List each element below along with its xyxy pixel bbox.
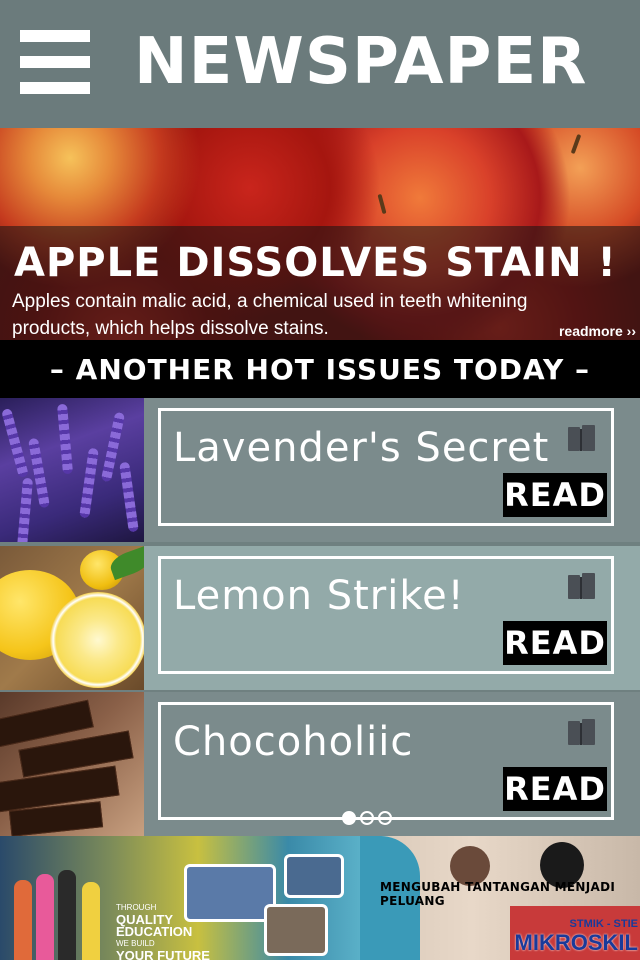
mikroskil-logo: STMIK - STIE MIKROSKIL bbox=[514, 918, 638, 955]
article-row: Lavender's Secret READ bbox=[0, 398, 640, 542]
pager-dot[interactable] bbox=[360, 811, 374, 825]
article-card[interactable]: Chocoholiic READ bbox=[158, 702, 614, 820]
hero-description: Apples contain malic acid, a chemical us… bbox=[12, 291, 528, 339]
article-title: Lavender's Secret bbox=[173, 425, 550, 471]
article-title: Chocoholiic bbox=[173, 719, 414, 765]
book-icon bbox=[568, 573, 595, 599]
article-card[interactable]: Lemon Strike! READ bbox=[158, 556, 614, 674]
ad-left-text: THROUGH QUALITY EDUCATION WE BUILD YOUR … bbox=[116, 903, 210, 960]
app-header: NEWSPAPER bbox=[0, 0, 640, 128]
section-banner: – ANOTHER HOT ISSUES TODAY – bbox=[0, 340, 640, 398]
section-title: – ANOTHER HOT ISSUES TODAY – bbox=[49, 352, 591, 386]
hamburger-menu-icon[interactable] bbox=[20, 30, 90, 94]
article-row: Lemon Strike! READ bbox=[0, 546, 640, 690]
read-button[interactable]: READ bbox=[503, 621, 607, 665]
read-button[interactable]: READ bbox=[503, 767, 607, 811]
ad-banner-left[interactable]: THROUGH QUALITY EDUCATION WE BUILD YOUR … bbox=[0, 836, 360, 960]
pager-dots bbox=[342, 811, 392, 825]
read-button[interactable]: READ bbox=[503, 473, 607, 517]
lemon-thumbnail[interactable] bbox=[0, 546, 144, 690]
app-title: NEWSPAPER bbox=[134, 25, 588, 99]
book-icon bbox=[568, 719, 595, 745]
hero-featured-article[interactable]: APPLE DISSOLVES STAIN ! Apples contain m… bbox=[0, 128, 640, 340]
article-title: Lemon Strike! bbox=[173, 573, 465, 619]
hero-title: APPLE DISSOLVES STAIN ! bbox=[14, 240, 617, 286]
lavender-thumbnail[interactable] bbox=[0, 398, 144, 542]
pager-dot[interactable] bbox=[342, 811, 356, 825]
article-row: Chocoholiic READ bbox=[0, 692, 640, 836]
pager-dot[interactable] bbox=[378, 811, 392, 825]
chocolate-thumbnail[interactable] bbox=[0, 692, 144, 836]
readmore-link[interactable]: readmore ›› bbox=[559, 323, 636, 339]
article-card[interactable]: Lavender's Secret READ bbox=[158, 408, 614, 526]
ad-banner-right[interactable]: MENGUBAH TANTANGAN MENJADI PELUANG STMIK… bbox=[360, 836, 640, 960]
book-icon bbox=[568, 425, 595, 451]
ad-tagline: MENGUBAH TANTANGAN MENJADI PELUANG bbox=[380, 880, 616, 908]
